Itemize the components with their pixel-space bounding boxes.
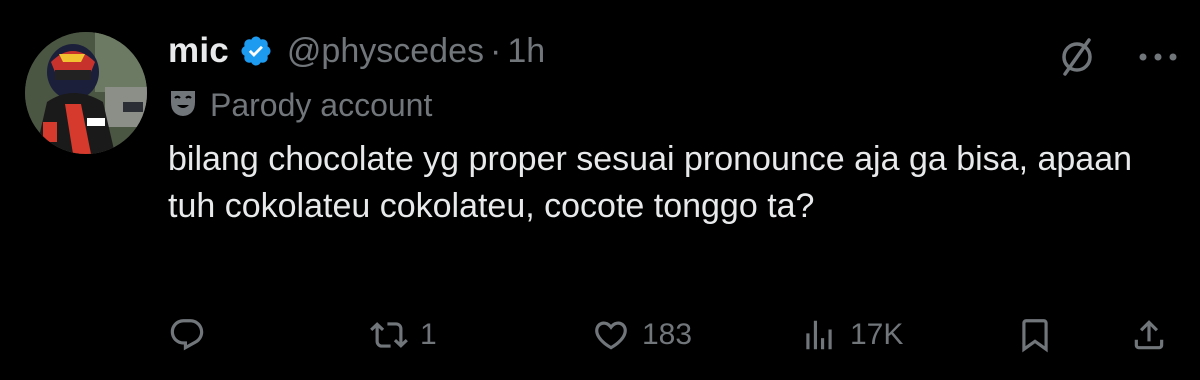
repost-icon	[370, 322, 408, 348]
reply-icon	[170, 319, 204, 351]
timestamp[interactable]: 1h	[507, 32, 545, 71]
separator-dot: ·	[489, 31, 502, 70]
action-bar: 1 183 17K	[168, 312, 1178, 362]
heart-icon	[595, 321, 627, 350]
views-button[interactable]: 17K	[800, 312, 903, 358]
header-icons	[1056, 36, 1178, 83]
parody-label: Parody account	[168, 80, 1178, 130]
author-handle[interactable]: @physcedes	[287, 32, 484, 71]
like-button[interactable]: 183	[592, 312, 692, 358]
share-button[interactable]	[1130, 312, 1168, 358]
like-count: 183	[642, 318, 693, 351]
share-icon	[1134, 320, 1164, 350]
grok-icon[interactable]	[1056, 36, 1138, 83]
bookmark-icon	[1022, 319, 1048, 353]
author-name[interactable]: mic	[168, 31, 229, 71]
views-count: 17K	[850, 318, 904, 351]
more-icon[interactable]	[1138, 50, 1178, 69]
parody-label-text: Parody account	[210, 86, 433, 123]
reply-button[interactable]	[168, 312, 218, 358]
tweet[interactable]: mic @physcedes · 1h Parody account bilan…	[168, 22, 1178, 353]
theater-mask-icon	[168, 88, 210, 123]
verified-badge-icon[interactable]	[239, 34, 273, 68]
bookmark-button[interactable]	[1016, 312, 1054, 358]
avatar[interactable]	[25, 32, 147, 154]
views-icon	[806, 320, 832, 350]
tweet-header: mic @physcedes · 1h	[168, 22, 1178, 80]
tweet-text: bilang chocolate yg proper sesuai pronou…	[168, 140, 1142, 225]
repost-count: 1	[420, 318, 437, 351]
repost-button[interactable]: 1	[370, 312, 437, 358]
